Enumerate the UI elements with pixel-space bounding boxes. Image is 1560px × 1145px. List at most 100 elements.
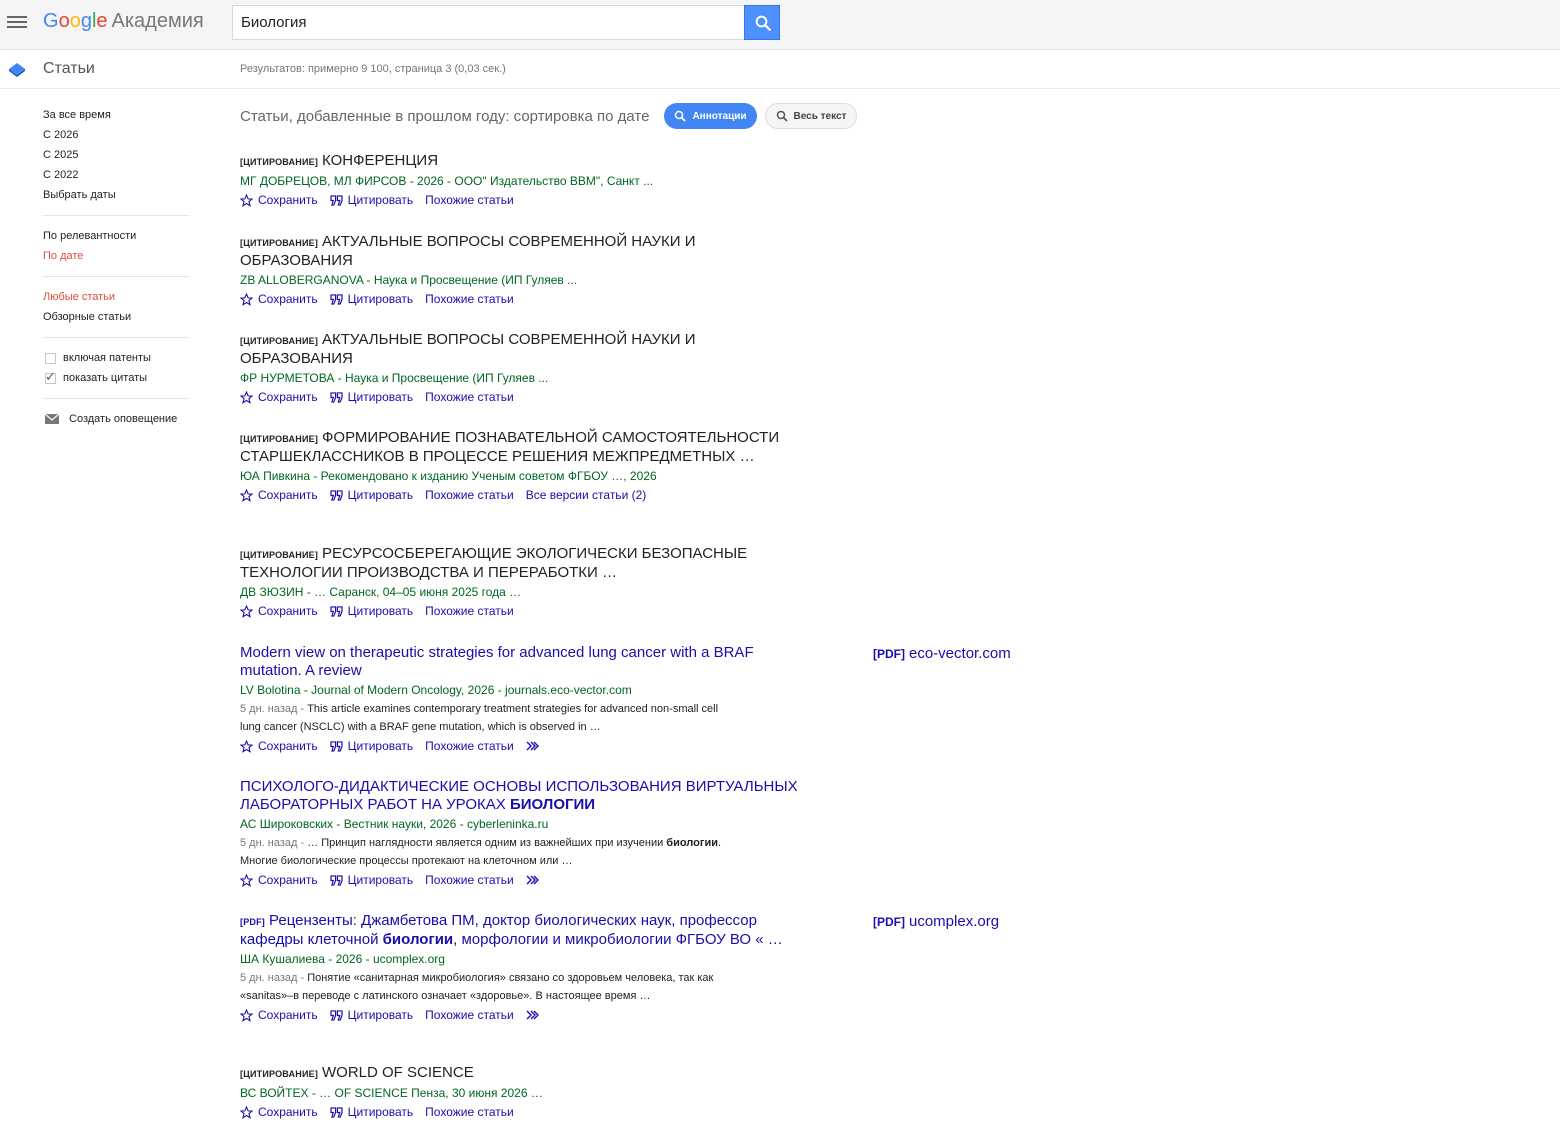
save-button[interactable]: Сохранить	[240, 871, 318, 889]
checkbox[interactable]	[45, 352, 56, 364]
show-citations-checkbox[interactable]: ✓ показать цитаты	[43, 368, 189, 388]
top-header: Google Академия	[0, 0, 1560, 50]
result-title-link[interactable]: Рецензенты: Джамбетова ПМ, доктор биолог…	[240, 912, 783, 948]
related-articles-link[interactable]: Похожие статьи	[425, 290, 514, 308]
save-button[interactable]: Сохранить	[240, 388, 318, 406]
time-since-2025[interactable]: С 2025	[43, 145, 189, 165]
logo[interactable]: Google Академия	[43, 10, 204, 32]
star-icon	[240, 488, 253, 502]
sort-description: Статьи, добавленные в прошлом году: сорт…	[240, 107, 650, 125]
pdf-tag: [PDF]	[240, 917, 265, 927]
quote-icon	[330, 391, 343, 403]
cite-button[interactable]: Цитировать	[330, 191, 413, 209]
results-main: Статьи, добавленные в прошлом году: сорт…	[240, 100, 1040, 132]
result-title-text: WORLD OF SCIENCE	[322, 1064, 474, 1081]
related-articles-link[interactable]: Похожие статьи	[425, 602, 514, 620]
result-title: [ЦИТИРОВАНИЕ] КОНФЕРЕНЦИЯ	[240, 152, 800, 171]
related-articles-link[interactable]: Похожие статьи	[425, 737, 514, 755]
divider	[43, 337, 189, 338]
result-authors: LV Bolotina - Journal of Modern Oncology…	[240, 683, 632, 697]
related-articles-link[interactable]: Похожие статьи	[425, 486, 514, 504]
fulltext-label: Весь текст	[793, 110, 847, 122]
related-articles-link[interactable]: Похожие статьи	[425, 1006, 514, 1024]
search-icon	[755, 15, 771, 31]
result-title-text: ФОРМИРОВАНИЕ ПОЗНАВАТЕЛЬНОЙ САМОСТОЯТЕЛЬ…	[240, 429, 780, 465]
time-custom-range[interactable]: Выбрать даты	[43, 185, 189, 205]
result-title-link[interactable]: Modern view on therapeutic strategies fo…	[240, 644, 754, 679]
pdf-tag: [PDF]	[873, 915, 905, 929]
time-since-2026[interactable]: С 2026	[43, 125, 189, 145]
snippet-text: … Принцип наглядности является одним из …	[307, 837, 667, 849]
result-actions: Сохранить Цитировать Похожие статьи	[240, 602, 800, 620]
logo-google-word: Google	[43, 10, 108, 32]
citation-tag: [ЦИТИРОВАНИЕ]	[240, 550, 319, 560]
quote-icon	[330, 874, 343, 886]
citation-tag: [ЦИТИРОВАНИЕ]	[240, 157, 319, 167]
fulltext-toggle[interactable]: Весь текст	[764, 103, 858, 129]
show-citations-label: показать цитаты	[63, 372, 148, 384]
save-button[interactable]: Сохранить	[240, 1006, 318, 1024]
related-articles-link[interactable]: Похожие статьи	[425, 191, 514, 209]
quote-icon	[330, 605, 343, 617]
save-button[interactable]: Сохранить	[240, 602, 318, 620]
star-icon	[240, 873, 253, 887]
result-authors: ЮА Пивкина - Рекомендовано к изданию Уче…	[240, 469, 657, 483]
star-icon	[240, 1008, 253, 1022]
sort-date[interactable]: По дате	[43, 246, 189, 266]
star-icon	[240, 604, 253, 618]
time-since-2022[interactable]: С 2022	[43, 165, 189, 185]
cite-button[interactable]: Цитировать	[330, 1006, 413, 1024]
related-articles-link[interactable]: Похожие статьи	[425, 871, 514, 889]
type-any[interactable]: Любые статьи	[43, 287, 189, 307]
cite-button[interactable]: Цитировать	[330, 871, 413, 889]
more-button[interactable]	[526, 875, 545, 885]
results-stats: Результатов: примерно 9 100, страница 3 …	[240, 63, 506, 75]
result-snippet: 5 дн. назад - This article examines cont…	[240, 700, 740, 736]
time-any[interactable]: За все время	[43, 105, 189, 125]
save-label: Сохранить	[258, 873, 318, 887]
more-chevron-icon	[526, 1010, 539, 1020]
result-title: [ЦИТИРОВАНИЕ] АКТУАЛЬНЫЕ ВОПРОСЫ СОВРЕМЕН…	[240, 233, 800, 270]
more-chevron-icon	[526, 875, 539, 885]
save-button[interactable]: Сохранить	[240, 290, 318, 308]
save-button[interactable]: Сохранить	[240, 191, 318, 209]
cite-button[interactable]: Цитировать	[330, 486, 413, 504]
result-actions: Сохранить Цитировать Похожие статьи	[240, 1006, 800, 1024]
more-button[interactable]	[526, 741, 545, 751]
pdf-tag: [PDF]	[873, 647, 905, 661]
checkbox[interactable]: ✓	[45, 369, 56, 384]
create-alert-button[interactable]: Создать оповещение	[43, 409, 189, 429]
menu-icon[interactable]	[7, 13, 27, 31]
pdf-link[interactable]: [PDF] eco-vector.com	[873, 645, 1011, 662]
search-button[interactable]	[744, 5, 780, 40]
save-button[interactable]: Сохранить	[240, 486, 318, 504]
pdf-domain: eco-vector.com	[909, 645, 1011, 662]
create-alert-label: Создать оповещение	[69, 413, 178, 425]
related-articles-link[interactable]: Похожие статьи	[425, 388, 514, 406]
pdf-link[interactable]: [PDF] ucomplex.org	[873, 913, 999, 930]
citation-tag: [ЦИТИРОВАНИЕ]	[240, 1069, 319, 1079]
search-icon	[675, 110, 687, 122]
type-review[interactable]: Обзорные статьи	[43, 307, 189, 327]
cite-label: Цитировать	[347, 739, 414, 753]
all-versions-link[interactable]: Все версии статьи (2)	[526, 486, 647, 504]
cite-button[interactable]: Цитировать	[330, 290, 413, 308]
more-chevron-icon	[526, 741, 539, 751]
include-patents-checkbox[interactable]: включая патенты	[43, 348, 189, 368]
search-input[interactable]	[233, 6, 745, 39]
title-part: , морфологии и микробиологии ФГБОУ ВО « …	[453, 931, 783, 948]
cite-button[interactable]: Цитировать	[330, 602, 413, 620]
more-button[interactable]	[526, 1010, 545, 1020]
save-button[interactable]: Сохранить	[240, 1103, 318, 1121]
save-button[interactable]: Сохранить	[240, 737, 318, 755]
cite-button[interactable]: Цитировать	[330, 737, 414, 755]
check-icon: ✓	[45, 368, 56, 384]
result-snippet: 5 дн. назад - … Принцип наглядности явля…	[240, 834, 740, 870]
result-title-link[interactable]: ПСИХОЛОГО-ДИДАКТИЧЕСКИЕ ОСНОВЫ ИСПОЛЬЗОВ…	[240, 778, 798, 813]
sidebar: За все время С 2026 С 2025 С 2022 Выбрат…	[43, 105, 189, 429]
related-articles-link[interactable]: Похожие статьи	[425, 1103, 514, 1121]
cite-button[interactable]: Цитировать	[330, 388, 413, 406]
sort-relevance[interactable]: По релевантности	[43, 226, 189, 246]
abstracts-toggle[interactable]: Аннотации	[664, 103, 757, 129]
cite-button[interactable]: Цитировать	[330, 1103, 413, 1121]
